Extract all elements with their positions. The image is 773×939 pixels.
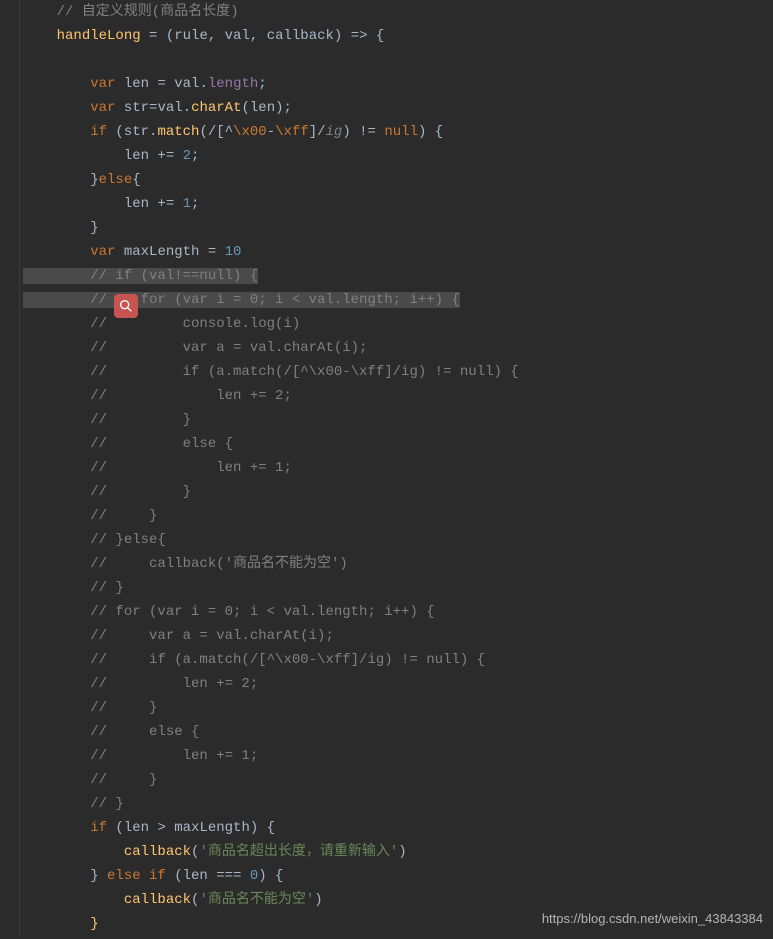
code-line: len += 1; bbox=[0, 192, 773, 216]
code-line: // } bbox=[0, 792, 773, 816]
code-line: callback('商品名超出长度，请重新输入') bbox=[0, 840, 773, 864]
code-line: // len += 1; bbox=[0, 456, 773, 480]
code-line: // } bbox=[0, 408, 773, 432]
code-line: if (len > maxLength) { bbox=[0, 816, 773, 840]
code-line: // } bbox=[0, 768, 773, 792]
code-line: // } bbox=[0, 480, 773, 504]
code-line: }else{ bbox=[0, 168, 773, 192]
search-icon[interactable] bbox=[114, 294, 138, 318]
code-line: // 自定义规则(商品名长度) bbox=[0, 0, 773, 24]
code-editor[interactable]: // 自定义规则(商品名长度) handleLong = (rule, val,… bbox=[0, 0, 773, 936]
code-line: // callback('商品名不能为空') bbox=[0, 552, 773, 576]
code-line: len += 2; bbox=[0, 144, 773, 168]
code-line: var maxLength = 10 bbox=[0, 240, 773, 264]
code-line: // var a = val.charAt(i); bbox=[0, 624, 773, 648]
code-line: } bbox=[0, 216, 773, 240]
code-line: var len = val.length; bbox=[0, 72, 773, 96]
watermark-text: https://blog.csdn.net/weixin_43843384 bbox=[542, 907, 763, 931]
code-line: // for (var i = 0; i < val.length; i++) … bbox=[0, 600, 773, 624]
code-line: // var a = val.charAt(i); bbox=[0, 336, 773, 360]
code-line: // else { bbox=[0, 432, 773, 456]
code-line bbox=[0, 48, 773, 72]
code-line: // if (val!==null) { bbox=[0, 264, 773, 288]
code-line: // len += 2; bbox=[0, 384, 773, 408]
code-line: if (str.match(/[^\x00-\xff]/ig) != null)… bbox=[0, 120, 773, 144]
code-line: // } bbox=[0, 504, 773, 528]
code-line: // else { bbox=[0, 720, 773, 744]
code-line: var str=val.charAt(len); bbox=[0, 96, 773, 120]
code-line: // } bbox=[0, 576, 773, 600]
code-line: // if (a.match(/[^\x00-\xff]/ig) != null… bbox=[0, 648, 773, 672]
code-line: handleLong = (rule, val, callback) => { bbox=[0, 24, 773, 48]
code-line: // } bbox=[0, 696, 773, 720]
code-line: // if (a.match(/[^\x00-\xff]/ig) != null… bbox=[0, 360, 773, 384]
code-line: } else if (len === 0) { bbox=[0, 864, 773, 888]
code-line: // len += 2; bbox=[0, 672, 773, 696]
code-line: // }else{ bbox=[0, 528, 773, 552]
code-line: // len += 1; bbox=[0, 744, 773, 768]
